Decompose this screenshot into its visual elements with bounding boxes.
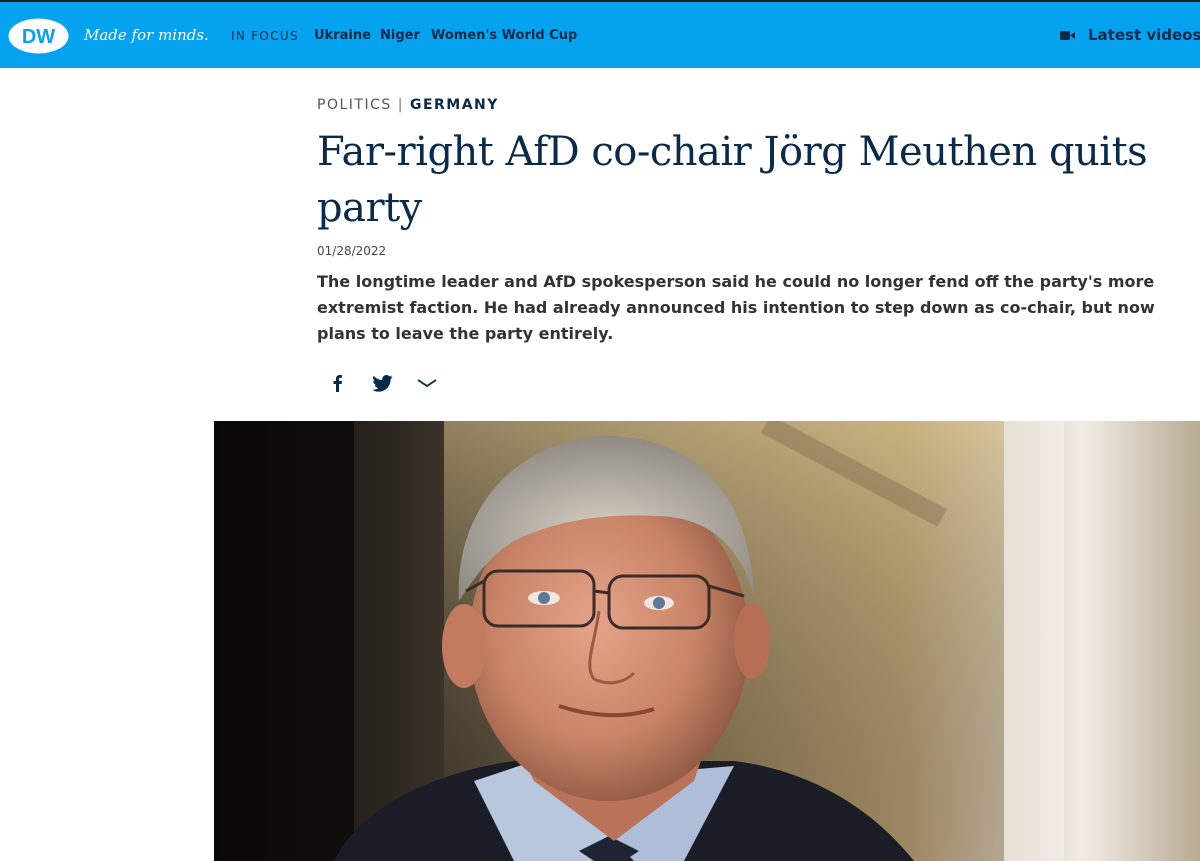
tagline: Made for minds. bbox=[84, 26, 209, 44]
nav-link-niger[interactable]: Niger bbox=[380, 28, 420, 43]
nav-link-ukraine[interactable]: Ukraine bbox=[314, 28, 371, 43]
category-link-germany[interactable]: GERMANY bbox=[410, 97, 499, 113]
portrait-photo bbox=[214, 421, 1200, 861]
latest-videos-link[interactable]: Latest videos bbox=[1060, 26, 1200, 44]
video-camera-icon bbox=[1060, 30, 1075, 40]
in-focus-label: IN FOCUS bbox=[231, 29, 299, 43]
chevron-down-icon bbox=[417, 379, 437, 388]
svg-text:DW: DW bbox=[22, 26, 55, 48]
share-facebook-button[interactable] bbox=[326, 372, 348, 394]
breadcrumb: POLITICS | GERMANY bbox=[317, 97, 499, 113]
article-title: Far-right AfD co-chair Jörg Meuthen quit… bbox=[317, 129, 1148, 231]
twitter-icon bbox=[371, 374, 393, 392]
site-header: DW Made for minds. IN FOCUS Ukraine Nige… bbox=[0, 0, 1200, 68]
dw-logo[interactable]: DW bbox=[8, 18, 69, 54]
share-more-button[interactable] bbox=[416, 372, 438, 394]
article-date: 01/28/2022 bbox=[317, 244, 387, 258]
facebook-icon bbox=[333, 375, 342, 392]
category-link-politics[interactable]: POLITICS bbox=[317, 97, 392, 113]
article-teaser: The longtime leader and AfD spokesperson… bbox=[317, 272, 1155, 343]
share-twitter-button[interactable] bbox=[371, 372, 393, 394]
nav-link-womens-world-cup[interactable]: Women's World Cup bbox=[431, 28, 577, 43]
article-photo bbox=[214, 421, 1200, 861]
latest-videos-label: Latest videos bbox=[1088, 26, 1200, 44]
breadcrumb-separator: | bbox=[397, 97, 404, 113]
